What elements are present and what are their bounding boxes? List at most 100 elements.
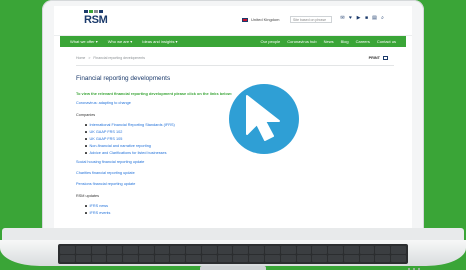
breadcrumb: Home > Financial reporting developments: [76, 56, 394, 60]
uk-flag-icon: [242, 17, 248, 22]
nav-news[interactable]: News: [324, 39, 334, 44]
breadcrumb-home[interactable]: Home: [76, 56, 85, 60]
list-item: Advice and Clarifications for listed bus…: [85, 151, 394, 155]
logo-bars: [84, 10, 108, 13]
printer-icon: [383, 56, 388, 60]
breadcrumb-current: Financial reporting developments: [93, 56, 145, 60]
nav-contact-us[interactable]: Contact us: [377, 39, 396, 44]
header-icons: ✉ ♥ ▶ ■ ▤ ⌕: [340, 16, 385, 21]
keyboard-key: [75, 254, 91, 262]
laptop-deck: [0, 240, 466, 270]
intro-text: To view the relevant financial reporting…: [76, 91, 233, 96]
keyboard-key: [154, 254, 170, 262]
page-title: Financial reporting developments: [76, 75, 171, 82]
print-label: PRINT: [368, 56, 380, 60]
nav-what-we-offer[interactable]: What we offer ▾: [70, 39, 98, 44]
keyboard-key: [391, 246, 406, 254]
keyboard-key: [138, 246, 154, 254]
divider: [76, 65, 394, 66]
keyboard-key: [359, 246, 375, 254]
laptop-lid: RSM United Kingdom Site based on phrase …: [42, 0, 424, 236]
rsm-updates-heading: RSM updates: [76, 194, 100, 198]
keyboard-key: [60, 254, 75, 262]
keyboard-key: [312, 254, 328, 262]
mouse-pointer-icon: [246, 95, 280, 141]
social-housing-link[interactable]: Social housing financial reporting updat…: [76, 160, 394, 164]
frs-102-link[interactable]: UK GAAP FRS 102: [90, 130, 123, 134]
keyboard-key: [328, 254, 343, 262]
frs-105-link[interactable]: UK GAAP FRS 105: [90, 137, 123, 141]
charities-link[interactable]: Charities financial reporting update: [76, 171, 394, 175]
keyboard-key: [265, 254, 280, 262]
narrative-reporting-link[interactable]: Non-financial and narrative reporting: [90, 144, 151, 148]
keyboard-key: [233, 254, 249, 262]
ifrs-news-link[interactable]: IFRS news: [90, 204, 109, 208]
list-item: IFRS events: [85, 211, 394, 215]
keyboard-key: [233, 246, 249, 254]
pensions-link[interactable]: Pensions financial reporting update: [76, 182, 394, 186]
ifrs-events-link[interactable]: IFRS events: [90, 211, 111, 215]
keyboard-key: [107, 246, 123, 254]
search-icon[interactable]: ⌕: [380, 16, 385, 21]
cursor-badge: [229, 84, 299, 154]
keyboard-key: [60, 246, 75, 254]
nav-careers[interactable]: Careers: [356, 39, 370, 44]
keyboard-key: [186, 246, 201, 254]
main-nav: What we offer ▾ Who we are ▾ Ideas and i…: [60, 36, 406, 47]
keyboard-key: [154, 246, 170, 254]
keyboard-key: [249, 246, 265, 254]
keyboard: [58, 244, 408, 264]
twitter-icon[interactable]: ♥: [348, 16, 353, 21]
keyboard-key: [359, 254, 375, 262]
keyboard-key: [170, 254, 186, 262]
keyboard-key: [107, 254, 123, 262]
keyboard-key: [75, 246, 91, 254]
ifrs-link[interactable]: International Financial Reporting Standa…: [90, 123, 175, 127]
keyboard-key: [217, 254, 233, 262]
keyboard-key: [91, 254, 107, 262]
youtube-icon[interactable]: ▶: [356, 16, 361, 21]
print-icon[interactable]: ▤: [372, 16, 377, 21]
keyboard-key: [249, 254, 265, 262]
site-search-input[interactable]: Site based on phrase: [290, 16, 332, 23]
keyboard-key: [123, 246, 138, 254]
rsm-updates-list: IFRS news IFRS events: [76, 204, 394, 215]
keyboard-key: [265, 246, 280, 254]
site-header: RSM United Kingdom Site based on phrase …: [54, 6, 412, 36]
keyboard-key: [217, 246, 233, 254]
rsm-logo[interactable]: RSM: [84, 10, 108, 26]
linkedin-icon[interactable]: ■: [364, 16, 369, 21]
breadcrumb-separator: >: [88, 56, 91, 60]
logo-text: RSM: [84, 14, 108, 26]
keyboard-key: [391, 254, 406, 262]
keyboard-key: [201, 246, 217, 254]
nav-our-people[interactable]: Our people: [260, 39, 280, 44]
mail-icon[interactable]: ✉: [340, 16, 345, 21]
nav-blog[interactable]: Blog: [341, 39, 349, 44]
keyboard-key: [343, 254, 359, 262]
keyboard-key: [375, 246, 391, 254]
keyboard-key: [123, 254, 138, 262]
laptop-base: [0, 228, 466, 270]
keyboard-key: [201, 254, 217, 262]
keyboard-key: [280, 246, 296, 254]
listed-businesses-link[interactable]: Advice and Clarifications for listed bus…: [90, 151, 167, 155]
keyboard-key: [170, 246, 186, 254]
region-selector[interactable]: United Kingdom: [242, 17, 279, 22]
keyboard-key: [280, 254, 296, 262]
keyboard-key: [186, 254, 201, 262]
nav-ideas-and-insights[interactable]: Ideas and insights ▾: [142, 39, 177, 44]
print-button[interactable]: PRINT: [369, 56, 388, 60]
laptop-hinge: [2, 228, 464, 240]
keyboard-key: [375, 254, 391, 262]
keyboard-key: [343, 246, 359, 254]
keyboard-key: [328, 246, 343, 254]
nav-coronavirus-hub[interactable]: Coronavirus hub: [287, 39, 316, 44]
region-label: United Kingdom: [251, 17, 280, 22]
keyboard-key: [296, 254, 312, 262]
keyboard-key: [296, 246, 312, 254]
trackpad: [200, 266, 266, 270]
keyboard-key: [91, 246, 107, 254]
nav-who-we-are[interactable]: Who we are ▾: [108, 39, 132, 44]
main-content: Home > Financial reporting developments …: [76, 56, 394, 230]
